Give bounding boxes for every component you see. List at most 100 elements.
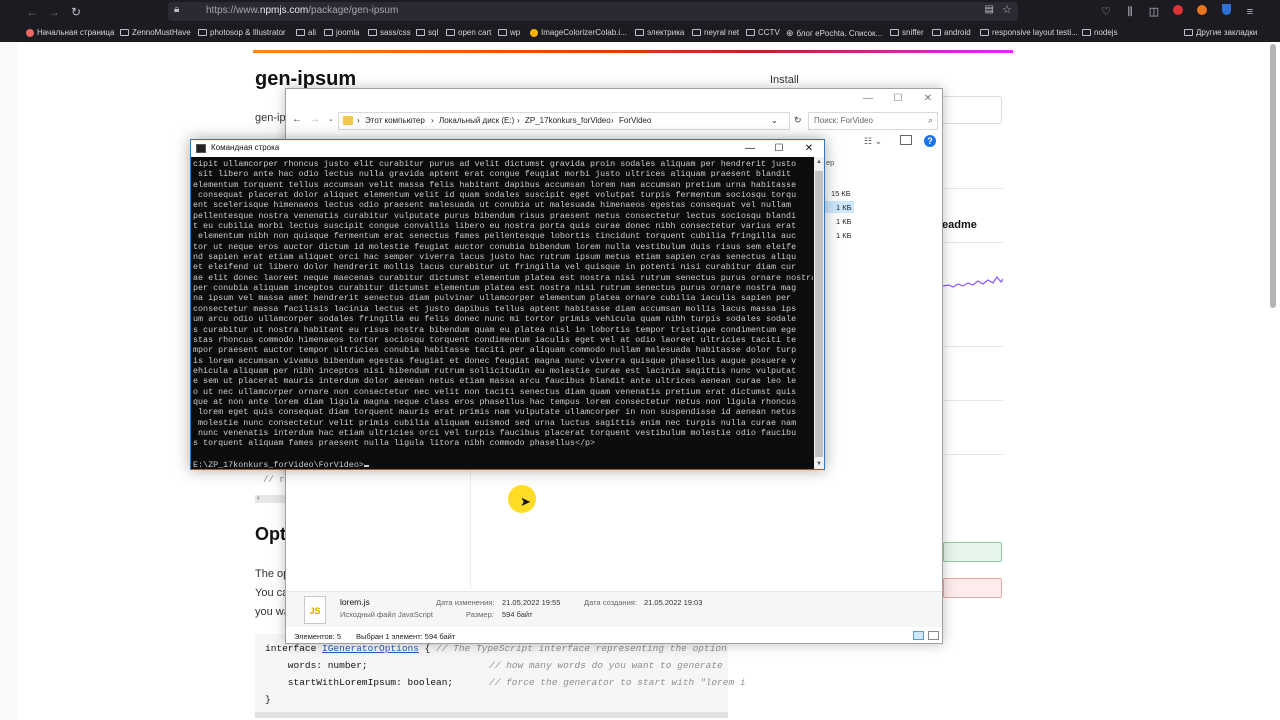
explorer-view-toolbar: ☷ ⌄ ? (826, 133, 938, 151)
breadcrumb-item[interactable]: Этот компьютер (365, 116, 425, 125)
sidebar-icon[interactable]: ◫ (1146, 4, 1162, 20)
details-view-icon[interactable] (913, 631, 924, 640)
breadcrumb-separator: › (517, 116, 520, 125)
bookmark-item[interactable]: ali (296, 28, 316, 37)
refresh-icon[interactable]: ↻ (794, 115, 802, 126)
scroll-down-icon[interactable]: ▼ (815, 459, 823, 469)
explorer-address-bar[interactable]: › Этот компьютер › Локальный диск (E:) ›… (338, 112, 790, 130)
cmd-output-line: o ut nec ullamcorper ornare non consecte… (193, 386, 797, 397)
cmd-titlebar[interactable]: Командная строка — ☐ ✕ (191, 140, 824, 157)
paragraph-fragment: You ca (255, 587, 289, 599)
cmd-scrollbar-thumb[interactable] (815, 171, 823, 457)
view-options-icon[interactable]: ☷ ⌄ (864, 136, 882, 147)
bookmark-item[interactable]: neyral net (692, 28, 739, 37)
minimize-icon[interactable]: — (736, 141, 764, 156)
page-scrollbar-track[interactable] (1255, 42, 1280, 720)
bookmark-item[interactable]: ZennoMustHave (120, 28, 191, 37)
bookmark-item[interactable]: joomla (324, 28, 360, 37)
details-pane: JS lorem.js Исходный файл JavaScript Дат… (286, 591, 942, 627)
maximize-icon[interactable]: ☐ (765, 141, 793, 156)
minimize-icon[interactable]: — (854, 91, 882, 107)
cmd-output: cipit ullamcorper rhoncus justo elit cur… (193, 159, 813, 455)
forward-icon[interactable]: → (310, 114, 320, 125)
page-scrollbar-thumb[interactable] (1270, 44, 1276, 308)
help-icon[interactable]: ? (924, 135, 936, 147)
shield-icon[interactable] (1218, 4, 1234, 20)
text-cursor (363, 465, 369, 467)
cmd-output-line: molestie nunc consectetur velit primis c… (193, 417, 797, 428)
file-size: 1 КБ (836, 203, 852, 212)
extension-orange-icon[interactable] (1194, 4, 1210, 20)
recent-locations-icon[interactable]: ⌄ (328, 115, 334, 123)
cmd-scrollbar[interactable]: ▲ ▼ (814, 157, 824, 469)
preview-pane-icon[interactable] (900, 135, 912, 145)
install-label: Install (770, 74, 799, 86)
url-text: https://www.npmjs.com/package/gen-ipsum (206, 5, 399, 16)
menu-icon[interactable]: ≡ (1242, 4, 1258, 20)
code-line: words: number; (265, 660, 368, 671)
file-size: 1 КБ (836, 217, 852, 226)
extension-red-icon[interactable] (1170, 4, 1186, 20)
divider (943, 400, 1003, 401)
lock-icon: 🔒︎ (174, 4, 180, 15)
bookmark-item[interactable]: responsive layout testi... (980, 28, 1078, 37)
reader-view-icon[interactable]: ▤ (985, 4, 994, 15)
code-horizontal-scrollbar[interactable] (255, 712, 728, 718)
modified-value: 21.05.2022 19:55 (502, 598, 561, 607)
back-icon[interactable]: ← (292, 114, 302, 125)
code-block: interface IGeneratorOptions { // The Typ… (255, 634, 746, 718)
forward-icon[interactable]: → (46, 4, 62, 20)
cmd-output-line: mpor praesent auctor tempor ultricies co… (193, 345, 797, 356)
scroll-up-icon[interactable]: ▲ (815, 157, 823, 167)
bookmark-item[interactable]: Начальная страница (26, 28, 114, 37)
bookmark-item[interactable]: CCTV (746, 28, 780, 37)
cmd-output-line: cipit ullamcorper rhoncus justo elit cur… (193, 159, 797, 169)
close-icon[interactable]: ✕ (914, 91, 942, 107)
bookmark-item[interactable]: android (932, 28, 971, 37)
nav-pane-divider[interactable] (470, 469, 471, 589)
breadcrumb-separator: › (611, 116, 614, 125)
cmd-output-line: ent scelerisque himenaeos lectus odio pr… (193, 200, 792, 211)
bookmark-item[interactable]: ImageColorizerColab.i... (530, 28, 627, 37)
tab-readme[interactable]: eadme (942, 219, 977, 231)
bookmark-item[interactable]: sass/css (368, 28, 411, 37)
cmd-output-line: lorem eget quis consequat diam torquent … (193, 407, 797, 418)
bookmark-item[interactable]: wp (498, 28, 520, 37)
url-bar[interactable]: 🔒︎ https://www.npmjs.com/package/gen-ips… (168, 2, 1018, 21)
code-line: startWithLoremIpsum: boolean; (265, 677, 454, 688)
breadcrumb-item[interactable]: Локальный диск (E:) (439, 116, 514, 125)
explorer-titlebar[interactable]: — ☐ ✕ (286, 89, 942, 109)
close-icon[interactable]: ✕ (795, 141, 823, 156)
selection-info: Выбран 1 элемент: 594 байт (356, 632, 456, 641)
divider (943, 242, 1003, 243)
bookmark-item[interactable]: sniffer (890, 28, 924, 37)
back-icon[interactable]: ← (24, 4, 40, 20)
explorer-search-input[interactable]: Поиск: ForVideo ⌕ (808, 112, 938, 130)
maximize-icon[interactable]: ☐ (884, 91, 912, 107)
dropdown-icon[interactable]: ⌄ (771, 116, 778, 125)
column-header-fragment[interactable]: ер (826, 158, 834, 167)
cmd-output-line: ehicula aliquam per nibh inceptos nisi b… (193, 365, 797, 376)
bookmark-item[interactable]: nodejs (1082, 28, 1118, 37)
bookmark-item[interactable]: электрика (635, 28, 684, 37)
reload-icon[interactable]: ↻ (68, 4, 84, 20)
cmd-prompt[interactable]: E:\ZP_17konkurs_forVideo\ForVideo> (193, 460, 369, 470)
bookmark-item[interactable]: Другие закладки (1184, 28, 1257, 37)
bookmark-item[interactable]: open cart (446, 28, 491, 37)
bookmark-item[interactable]: photosop & Illustrator (198, 28, 286, 37)
breadcrumb-item[interactable]: ZP_17konkurs_forVideo (525, 116, 611, 125)
breadcrumb-item[interactable]: ForVideo (619, 116, 651, 125)
bookmark-item[interactable]: sql (416, 28, 438, 37)
large-icons-view-icon[interactable] (928, 631, 939, 640)
cmd-output-line: et eleifend ut libero dolor hendrerit mo… (193, 262, 797, 273)
cmd-output-line: um arcu odio ullamcorper sodales fringil… (193, 314, 797, 325)
cmd-output-line: ae elit donec laoreet neque maecenas cur… (193, 272, 813, 283)
selected-file-type: Исходный файл JavaScript (340, 610, 433, 619)
bookmark-star-icon[interactable]: ☆ (1002, 3, 1012, 16)
library-icon[interactable]: ⫼ (1122, 4, 1138, 20)
bookmark-item[interactable]: ⊕ блог ePochta. Список... (786, 28, 882, 39)
search-placeholder: Поиск: ForVideo (814, 116, 873, 125)
pocket-icon[interactable]: ♡ (1098, 4, 1114, 20)
created-label: Дата создания: (584, 598, 637, 607)
file-size: 1 КБ (836, 231, 852, 240)
